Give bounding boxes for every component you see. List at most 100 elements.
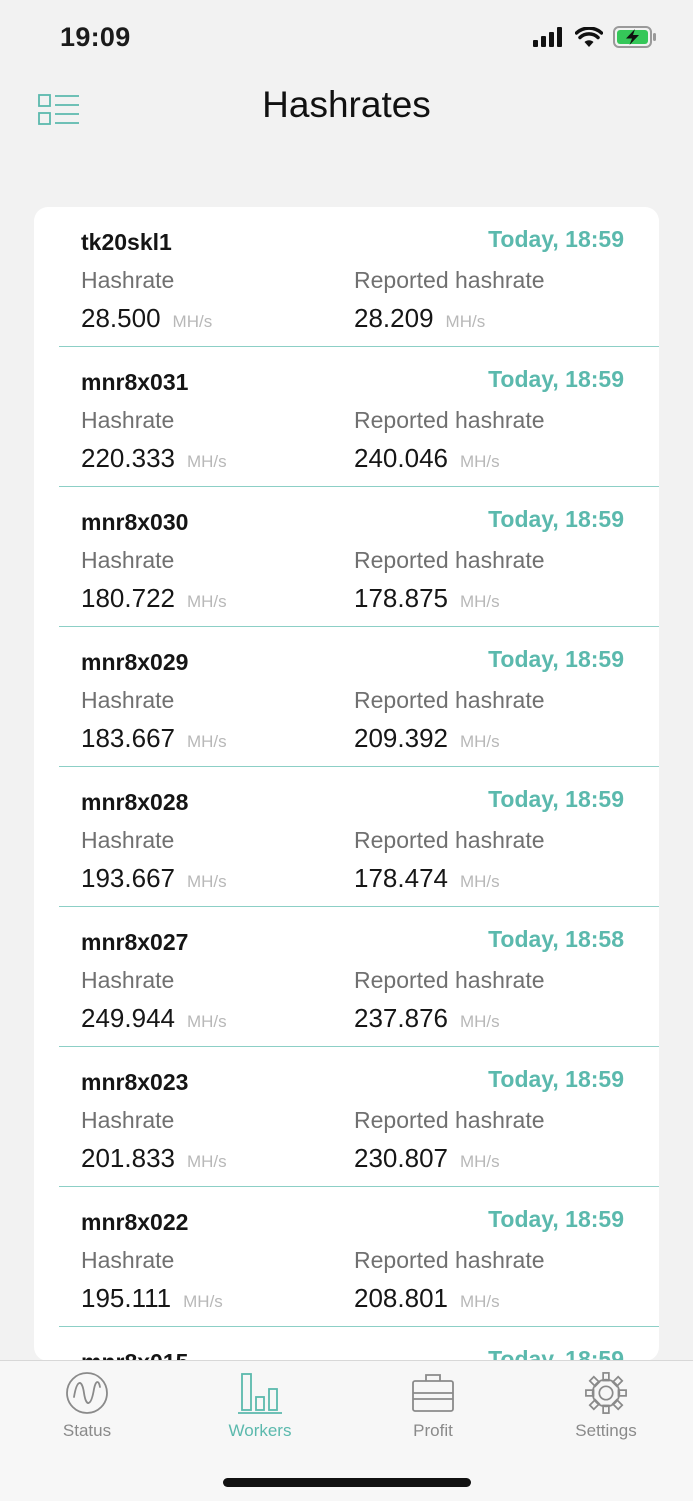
hashrate-value: 220.333: [81, 443, 175, 473]
reported-hashrate-label: Reported hashrate: [354, 827, 545, 853]
worker-row[interactable]: mnr8x023 Today, 18:59 Hashrate Reported has…: [59, 1047, 659, 1187]
hashrate-label: Hashrate: [81, 827, 175, 853]
reported-hashrate-label: Reported hashrate: [354, 1107, 545, 1133]
reported-hashrate-label: Reported hashrate: [354, 687, 545, 713]
last-updated: Today, 18:59: [488, 786, 624, 812]
reported-value-group: 209.392 MH/s: [354, 723, 500, 754]
hashrate-value: 28.500: [81, 303, 161, 333]
hashrate-value-group: 201.833 MH/s: [81, 1143, 227, 1174]
worker-name: tk20skl1: [81, 229, 172, 255]
briefcase-icon: [412, 1374, 454, 1412]
last-updated: Today, 18:59: [488, 1206, 624, 1232]
battery-charging-icon: [613, 26, 656, 48]
wifi-icon: [575, 26, 603, 47]
hashrate-unit: MH/s: [186, 452, 227, 471]
hashrate-label: Hashrate: [81, 267, 175, 293]
worker-name: mnr8x031: [81, 369, 189, 395]
reported-hashrate-value: 178.474: [354, 863, 448, 893]
tab-profit[interactable]: Profit: [373, 1371, 493, 1446]
reported-hashrate-value: 28.209: [354, 303, 434, 333]
reported-hashrate-value: 237.876: [354, 1003, 448, 1033]
hashrate-value: 183.667: [81, 723, 175, 753]
reported-hashrate-label: Reported hashrate: [354, 1247, 545, 1273]
worker-row[interactable]: mnr8x030 Today, 18:59 Hashrate Reported has…: [59, 487, 659, 627]
reported-hashrate-unit: MH/s: [459, 452, 500, 471]
last-updated: Today, 18:58: [488, 926, 624, 952]
hashrate-label: Hashrate: [81, 1247, 175, 1273]
home-indicator: [223, 1478, 471, 1487]
wave-icon: [66, 1372, 108, 1414]
reported-hashrate-label: Reported hashrate: [354, 407, 545, 433]
reported-hashrate-value: 240.046: [354, 443, 448, 473]
status-bar: 19:09: [0, 0, 693, 76]
last-updated: Today, 18:59: [488, 506, 624, 532]
last-updated: Today, 18:59: [488, 226, 624, 252]
hashrate-value: 249.944: [81, 1003, 175, 1033]
reported-hashrate-unit: MH/s: [459, 872, 500, 891]
hashrate-unit: MH/s: [186, 1152, 227, 1171]
hashrate-label: Hashrate: [81, 407, 175, 433]
hashrate-value-group: 28.500 MH/s: [81, 303, 212, 334]
reported-hashrate-unit: MH/s: [459, 732, 500, 751]
hashrate-label: Hashrate: [81, 547, 175, 573]
cellular-signal-icon: [533, 27, 562, 47]
reported-hashrate-unit: MH/s: [459, 592, 500, 611]
reported-value-group: 230.807 MH/s: [354, 1143, 500, 1174]
reported-hashrate-value: 230.807: [354, 1143, 448, 1173]
last-updated: Today, 18:59: [488, 646, 624, 672]
worker-name: mnr8x030: [81, 509, 189, 535]
worker-row[interactable]: mnr8x015Today, 18:59: [59, 1327, 659, 1361]
tab-status[interactable]: Status: [27, 1371, 147, 1446]
worker-name: mnr8x027: [81, 929, 189, 955]
tab-settings[interactable]: Settings: [546, 1371, 666, 1446]
reported-hashrate-unit: MH/s: [459, 1012, 500, 1031]
reported-hashrate-label: Reported hashrate: [354, 967, 545, 993]
worker-row[interactable]: mnr8x031 Today, 18:59 Hashrate Reported has…: [59, 347, 659, 487]
worker-name: mnr8x023: [81, 1069, 189, 1095]
worker-row[interactable]: mnr8x029 Today, 18:59 Hashrate Reported has…: [59, 627, 659, 767]
hashrate-label: Hashrate: [81, 687, 175, 713]
last-updated: Today, 18:59: [488, 1066, 624, 1092]
worker-row[interactable]: mnr8x027 Today, 18:58 Hashrate Reported has…: [59, 907, 659, 1047]
hashrate-value-group: 183.667 MH/s: [81, 723, 227, 754]
status-icons: [533, 26, 657, 48]
hashrate-label: Hashrate: [81, 1107, 175, 1133]
reported-value-group: 28.209 MH/s: [354, 303, 485, 334]
hashrate-value-group: 193.667 MH/s: [81, 863, 227, 894]
reported-hashrate-label: Reported hashrate: [354, 547, 545, 573]
hashrate-value: 195.111: [81, 1283, 172, 1313]
reported-hashrate-value: 178.875: [354, 583, 448, 613]
worker-row[interactable]: mnr8x022 Today, 18:59 Hashrate Reported has…: [59, 1187, 659, 1327]
worker-name: mnr8x029: [81, 649, 189, 675]
hashrate-value-group: 195.111 MH/s: [81, 1283, 223, 1314]
tab-profit-label: Profit: [413, 1421, 453, 1440]
hashrate-label: Hashrate: [81, 967, 175, 993]
last-updated: Today, 18:59: [488, 366, 624, 392]
tab-workers[interactable]: Workers: [200, 1371, 320, 1446]
worker-name: mnr8x028: [81, 789, 189, 815]
hashrate-unit: MH/s: [183, 1292, 223, 1311]
hashrate-value-group: 180.722 MH/s: [81, 583, 227, 614]
worker-name: mnr8x022: [81, 1209, 189, 1235]
reported-hashrate-unit: MH/s: [445, 312, 486, 331]
bar-chart-icon: [238, 1373, 282, 1414]
reported-hashrate-value: 209.392: [354, 723, 448, 753]
hashrate-unit: MH/s: [186, 1012, 227, 1031]
hashrate-unit: MH/s: [186, 872, 227, 891]
hashrate-value-group: 249.944 MH/s: [81, 1003, 227, 1034]
hashrate-unit: MH/s: [186, 732, 227, 751]
tab-workers-label: Workers: [228, 1421, 292, 1440]
hashrate-unit: MH/s: [186, 592, 227, 611]
hashrate-unit: MH/s: [172, 312, 213, 331]
tab-settings-label: Settings: [575, 1421, 637, 1440]
workers-list[interactable]: tk20skl1 Today, 18:59 Hashrate Reported has…: [34, 207, 659, 1361]
reported-hashrate-unit: MH/s: [459, 1152, 500, 1171]
hashrate-value: 180.722: [81, 583, 175, 613]
worker-row[interactable]: tk20skl1 Today, 18:59 Hashrate Reported has…: [59, 207, 659, 347]
reported-value-group: 178.474 MH/s: [354, 863, 500, 894]
hashrate-value-group: 220.333 MH/s: [81, 443, 227, 474]
status-time: 19:09: [60, 22, 131, 52]
last-updated: Today, 18:59: [488, 1346, 624, 1361]
worker-row[interactable]: mnr8x028 Today, 18:59 Hashrate Reported has…: [59, 767, 659, 907]
hashrate-value: 193.667: [81, 863, 175, 893]
